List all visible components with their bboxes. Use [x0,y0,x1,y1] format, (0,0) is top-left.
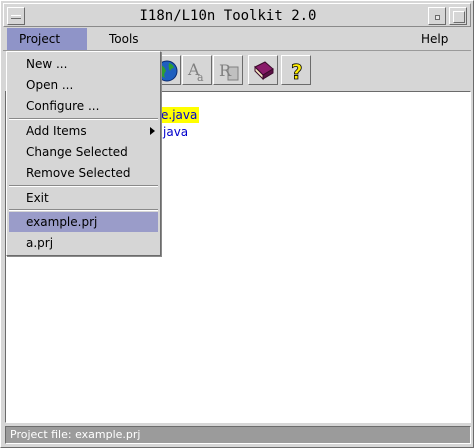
svg-text:?: ? [291,60,303,83]
resource-r-icon: R [219,61,239,81]
menu-tools[interactable]: Tools [97,28,151,50]
book-button[interactable] [248,55,278,85]
book-icon [254,61,274,81]
window-menu-button[interactable] [7,7,25,25]
resource-button[interactable]: R [213,55,243,85]
menu-item-recent-project[interactable]: example.prj [9,212,158,232]
question-help-icon: ? [291,60,303,83]
menu-item-add-items[interactable]: Add Items [9,121,158,141]
maximize-button[interactable] [449,7,467,25]
svg-text:R: R [219,61,232,80]
menu-separator [9,118,158,120]
menu-item-recent-project[interactable]: a.prj [9,233,158,253]
menu-item-open[interactable]: Open ... [9,75,158,95]
title-bar[interactable]: I18n/L10n Toolkit 2.0 [3,3,471,27]
menu-item-exit[interactable]: Exit [9,188,158,208]
help-button[interactable]: ? [281,55,311,85]
menu-item-label: Add Items [26,124,87,138]
menu-item-configure[interactable]: Configure ... [9,96,158,116]
submenu-arrow-icon [150,127,155,135]
project-menu: New ... Open ... Configure ... Add Items… [6,51,161,256]
menu-separator [9,209,158,211]
file-item[interactable]: java [161,124,190,140]
svg-text:a: a [197,71,204,83]
menu-help[interactable]: Help [409,28,460,50]
window-title: I18n/L10n Toolkit 2.0 [139,8,317,24]
menu-bar: Project Tools Help [3,28,471,51]
menu-item-change-selected[interactable]: Change Selected [9,142,158,162]
menu-separator [9,185,158,187]
menu-item-new[interactable]: New ... [9,54,158,74]
app-window: I18n/L10n Toolkit 2.0 Project Tools Help… [0,0,474,448]
font-a-icon: A a [187,60,204,83]
file-item[interactable]: e.java [159,107,200,123]
status-bar: Project file: example.prj [5,426,471,444]
menu-project[interactable]: Project [7,28,87,50]
minimize-button[interactable] [428,7,446,25]
menu-item-remove-selected[interactable]: Remove Selected [9,163,158,183]
font-button[interactable]: A a [182,55,212,85]
